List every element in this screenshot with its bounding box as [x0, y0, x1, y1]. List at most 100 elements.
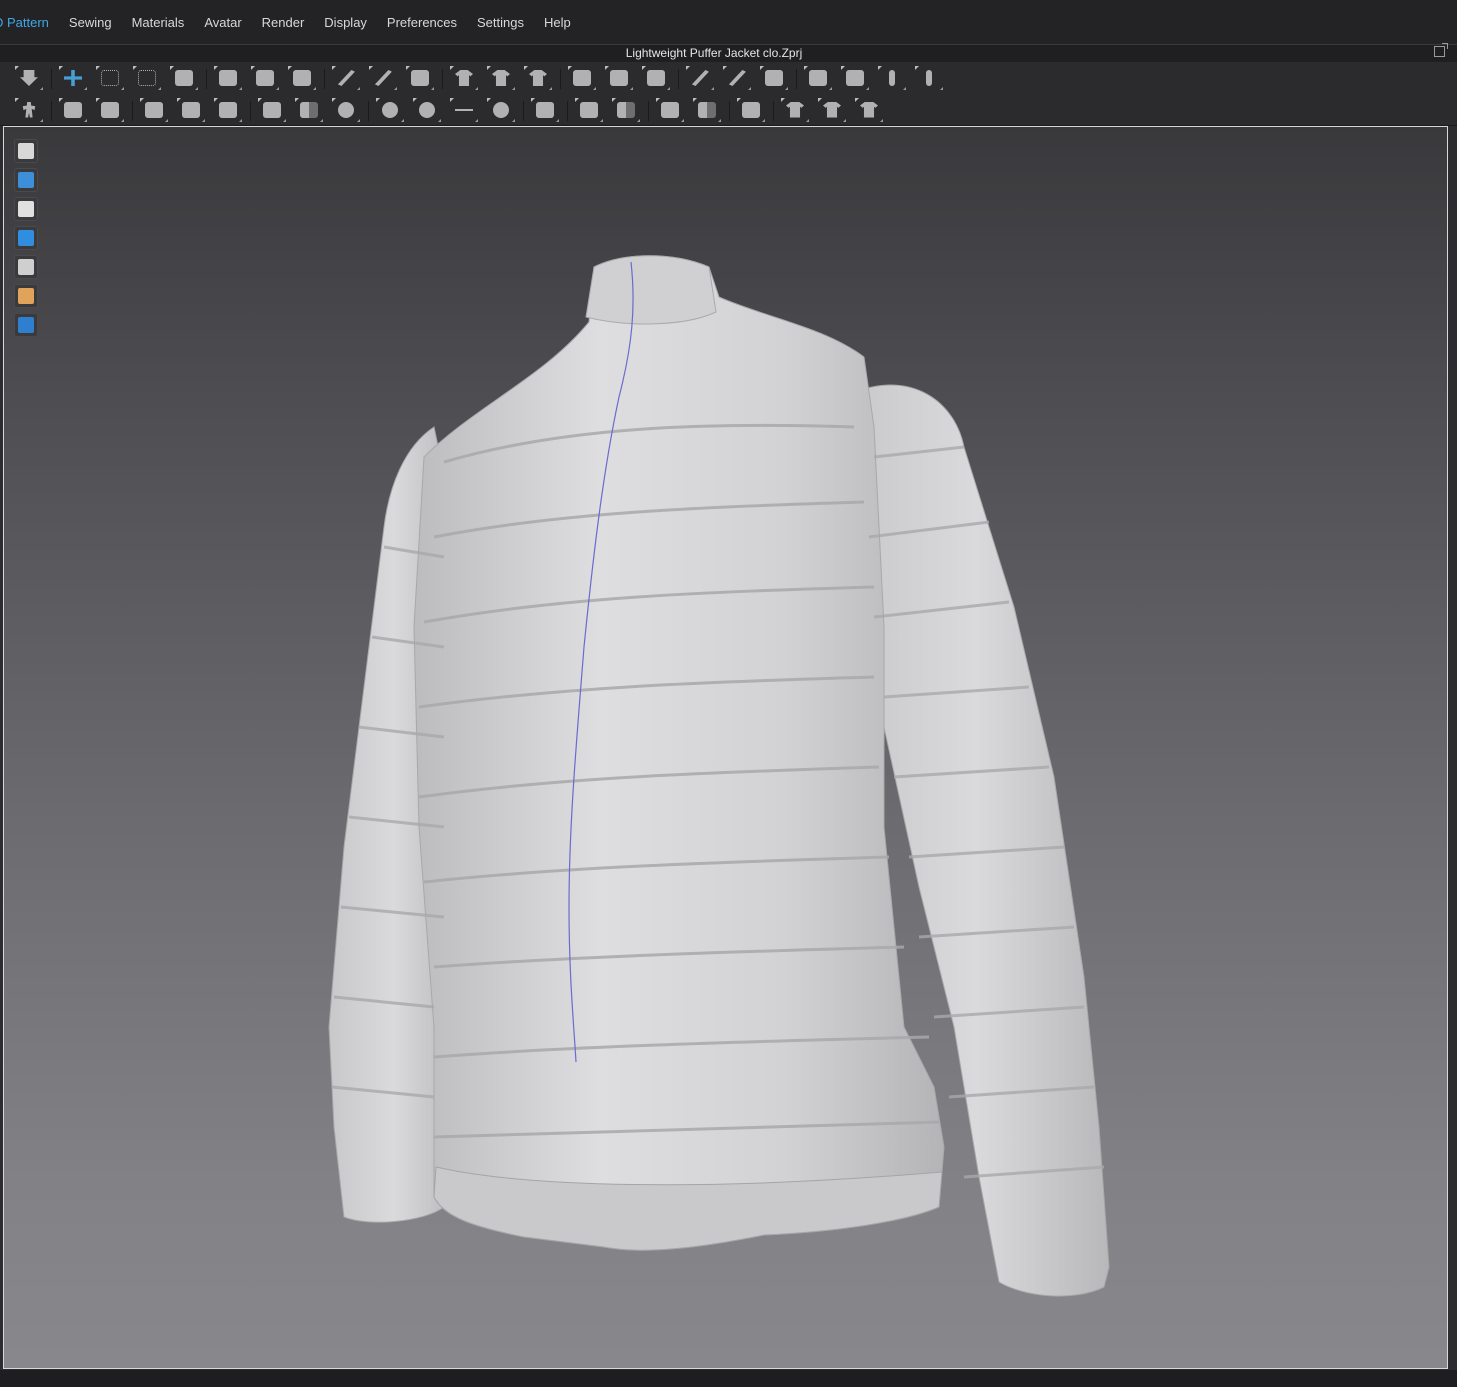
avatar-skin-toggle[interactable] — [14, 284, 38, 308]
trim-button[interactable] — [176, 97, 206, 123]
pin-button[interactable] — [368, 65, 398, 91]
tack-icon — [337, 70, 355, 86]
avatar-display-toggle[interactable] — [14, 168, 38, 192]
transform-button[interactable] — [132, 65, 162, 91]
fold-button[interactable] — [169, 65, 199, 91]
measure-button[interactable] — [840, 65, 870, 91]
zipper-2-button[interactable] — [796, 65, 833, 91]
zipper-slider-icon — [536, 101, 554, 118]
quilt-button[interactable] — [331, 97, 361, 123]
fold-icon — [175, 70, 193, 86]
zipper-slider-button[interactable] — [523, 97, 560, 123]
shirt-button[interactable] — [817, 97, 847, 123]
lock-button-button[interactable] — [486, 97, 516, 123]
puckering-button[interactable] — [132, 97, 169, 123]
edit-graphic-button[interactable] — [95, 97, 125, 123]
undo-arrange-button[interactable] — [206, 65, 243, 91]
menu-materials[interactable]: Materials — [132, 15, 185, 30]
buttonhole-button[interactable] — [412, 97, 442, 123]
symmetry-icon — [455, 70, 473, 86]
piece-icon — [219, 101, 237, 118]
zipper-icon — [765, 70, 783, 86]
arrangement-button[interactable] — [250, 65, 280, 91]
lock-button-icon — [493, 101, 509, 118]
line-button[interactable] — [449, 97, 479, 123]
toolbar-3d-tools-secondary — [0, 94, 1457, 126]
menu-render[interactable]: Render — [262, 15, 305, 30]
stack-button[interactable] — [678, 65, 715, 91]
merge-icon — [742, 101, 760, 118]
button-button[interactable] — [368, 97, 405, 123]
menu-preferences[interactable]: Preferences — [387, 15, 457, 30]
fabric-fill-button[interactable] — [611, 97, 641, 123]
pattern-fill-button[interactable] — [294, 97, 324, 123]
arrangement-icon — [256, 70, 274, 86]
measure-icon — [846, 70, 864, 86]
avatar-pose-button[interactable] — [14, 97, 44, 123]
avatar-silhouette-icon — [18, 201, 34, 217]
environment-icon — [18, 317, 34, 333]
avatar-silhouette-toggle[interactable] — [14, 197, 38, 221]
avatar-arrange-button[interactable] — [523, 65, 553, 91]
environment-toggle[interactable] — [14, 313, 38, 337]
menu-settings[interactable]: Settings — [477, 15, 524, 30]
shrink-icon — [661, 101, 679, 118]
fabric-shade-button[interactable] — [692, 97, 722, 123]
collar-button[interactable] — [854, 97, 884, 123]
tape-button[interactable] — [877, 65, 907, 91]
select-move-button[interactable] — [51, 65, 88, 91]
tack-button[interactable] — [324, 65, 361, 91]
layer-up-button[interactable] — [560, 65, 597, 91]
menu-avatar[interactable]: Avatar — [204, 15, 241, 30]
fabric-fill-icon — [617, 101, 635, 118]
puffer-jacket-3d-model[interactable] — [4, 127, 1447, 1368]
clo-application: D Pattern Sewing Materials Avatar Render… — [0, 0, 1457, 1387]
3d-garment-viewport[interactable] — [3, 126, 1448, 1369]
simulation-button[interactable] — [14, 65, 44, 91]
merge-button[interactable] — [729, 97, 766, 123]
menu-bar: D Pattern Sewing Materials Avatar Render… — [0, 0, 1457, 44]
layer-clone-button[interactable] — [641, 65, 671, 91]
garment-fit-button[interactable] — [486, 65, 516, 91]
layer-up-icon — [573, 70, 591, 86]
undock-window-icon[interactable] — [1434, 43, 1448, 57]
document-title: Lightweight Puffer Jacket clo.Zprj — [625, 46, 803, 60]
ruler-button[interactable] — [914, 65, 944, 91]
shirt-pin-button[interactable] — [773, 97, 810, 123]
shrink-button[interactable] — [648, 97, 685, 123]
texture-toggle[interactable] — [14, 255, 38, 279]
jacket-collar — [585, 255, 717, 325]
strengthen-button[interactable] — [405, 65, 435, 91]
garment-display-toggle[interactable] — [14, 139, 38, 163]
edit-graphic-icon — [101, 101, 119, 118]
layer-down-icon — [610, 70, 628, 86]
reset-icon — [293, 70, 311, 86]
quilt-icon — [338, 101, 354, 118]
fabric-shade-icon — [698, 101, 716, 118]
box-select-button[interactable] — [95, 65, 125, 91]
zipper-button[interactable] — [759, 65, 789, 91]
garment-display-icon — [18, 143, 34, 159]
stack-2-button[interactable] — [722, 65, 752, 91]
topstitch-button[interactable] — [250, 97, 287, 123]
menu-help[interactable]: Help — [544, 15, 571, 30]
pin-icon — [374, 70, 392, 86]
jacket-body — [413, 255, 945, 1251]
layer-clone-icon — [647, 70, 665, 86]
menu-2d-pattern[interactable]: D Pattern — [0, 15, 49, 30]
undo-arrange-icon — [219, 70, 237, 86]
edit-texture-button[interactable] — [51, 97, 88, 123]
avatar-arrange-icon — [529, 70, 547, 86]
menu-display[interactable]: Display — [324, 15, 367, 30]
fold-arrange-button[interactable] — [567, 97, 604, 123]
menu-sewing[interactable]: Sewing — [69, 15, 112, 30]
stack-icon — [691, 70, 709, 86]
fabric-render-toggle[interactable] — [14, 226, 38, 250]
symmetry-button[interactable] — [442, 65, 479, 91]
avatar-display-icon — [18, 172, 34, 188]
layer-down-button[interactable] — [604, 65, 634, 91]
pattern-fill-icon — [300, 101, 318, 118]
reset-button[interactable] — [287, 65, 317, 91]
piece-button[interactable] — [213, 97, 243, 123]
trim-icon — [182, 101, 200, 118]
